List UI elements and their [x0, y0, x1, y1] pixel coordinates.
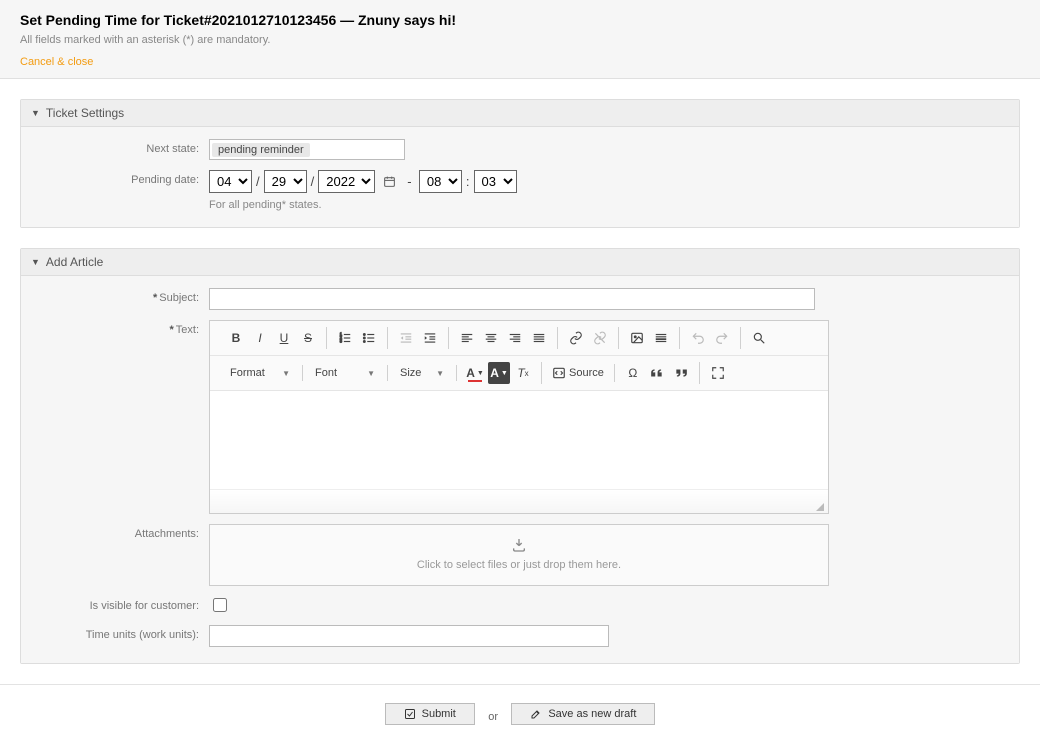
- image-button[interactable]: [626, 327, 648, 349]
- bullet-list-button[interactable]: [358, 327, 380, 349]
- italic-button[interactable]: I: [249, 327, 271, 349]
- align-right-button[interactable]: [504, 327, 526, 349]
- find-button[interactable]: [748, 327, 770, 349]
- text-label: *Text:: [31, 320, 209, 336]
- time-units-row: Time units (work units):: [31, 625, 1009, 647]
- horizontal-rule-button[interactable]: [650, 327, 672, 349]
- ticket-settings-title: Ticket Settings: [46, 106, 124, 120]
- numbered-list-button[interactable]: 123: [334, 327, 356, 349]
- format-dropdown[interactable]: Format▼: [224, 365, 296, 381]
- ticket-settings-widget: ▼ Ticket Settings Next state: pending re…: [20, 99, 1020, 228]
- align-left-button[interactable]: [456, 327, 478, 349]
- maximize-button[interactable]: [707, 362, 729, 384]
- redo-button[interactable]: [711, 327, 733, 349]
- next-state-value: pending reminder: [212, 143, 310, 157]
- add-article-toggle[interactable]: ▼ Add Article: [21, 249, 1019, 276]
- pending-hour-select[interactable]: 08: [419, 170, 462, 193]
- undo-button[interactable]: [687, 327, 709, 349]
- page-title: Set Pending Time for Ticket#202101271012…: [20, 12, 1020, 28]
- calendar-icon[interactable]: [383, 176, 400, 191]
- quote-open-button[interactable]: [646, 362, 668, 384]
- visible-for-customer-checkbox[interactable]: [213, 598, 227, 612]
- attachments-label: Attachments:: [31, 524, 209, 540]
- footer-bar: Submit or Save as new draft: [0, 684, 1040, 743]
- cancel-close-link[interactable]: Cancel & close: [20, 56, 93, 68]
- remove-format-button[interactable]: Tx: [512, 362, 534, 384]
- editor-toolbar-1: B I U S 123: [210, 321, 828, 356]
- caret-down-icon: ▼: [31, 257, 40, 267]
- next-state-row: Next state: pending reminder: [31, 139, 1009, 160]
- align-justify-button[interactable]: [528, 327, 550, 349]
- add-article-body: *Subject: *Text: B I U S: [21, 276, 1019, 663]
- pending-date-label: Pending date:: [31, 170, 209, 186]
- time-units-input[interactable]: [209, 625, 609, 647]
- outdent-button[interactable]: [395, 327, 417, 349]
- time-units-label: Time units (work units):: [31, 625, 209, 641]
- next-state-label: Next state:: [31, 139, 209, 155]
- download-icon: [511, 537, 527, 553]
- resize-handle[interactable]: [816, 503, 824, 511]
- editor-body-input[interactable]: [210, 391, 828, 489]
- subject-label: *Subject:: [31, 288, 209, 304]
- header-region: Set Pending Time for Ticket#202101271012…: [0, 0, 1040, 79]
- bg-color-button[interactable]: A▼: [488, 362, 510, 384]
- ticket-settings-toggle[interactable]: ▼ Ticket Settings: [21, 100, 1019, 127]
- unlink-button[interactable]: [589, 327, 611, 349]
- text-row: *Text: B I U S 123: [31, 320, 1009, 514]
- rich-text-editor: B I U S 123: [209, 320, 829, 514]
- text-color-button[interactable]: A▼: [464, 362, 486, 384]
- quote-close-button[interactable]: [670, 362, 692, 384]
- subject-row: *Subject:: [31, 288, 1009, 310]
- link-button[interactable]: [565, 327, 587, 349]
- save-draft-button[interactable]: Save as new draft: [511, 703, 655, 725]
- edit-icon: [530, 708, 542, 720]
- pending-month-select[interactable]: 04: [209, 170, 252, 193]
- visible-label: Is visible for customer:: [31, 596, 209, 612]
- ticket-settings-body: Next state: pending reminder Pending dat…: [21, 127, 1019, 227]
- visible-row: Is visible for customer:: [31, 596, 1009, 615]
- svg-text:3: 3: [340, 339, 343, 344]
- pending-date-row: Pending date: 04/29/2022 - 08:03 For all…: [31, 170, 1009, 211]
- check-icon: [404, 708, 416, 720]
- pending-day-select[interactable]: 29: [264, 170, 307, 193]
- mandatory-note: All fields marked with an asterisk (*) a…: [20, 34, 1020, 46]
- add-article-widget: ▼ Add Article *Subject: *Text: B I U: [20, 248, 1020, 664]
- subject-input[interactable]: [209, 288, 815, 310]
- pending-year-select[interactable]: 2022: [318, 170, 375, 193]
- or-separator: or: [488, 711, 498, 723]
- caret-down-icon: ▼: [31, 108, 40, 118]
- submit-button[interactable]: Submit: [385, 703, 475, 725]
- pending-minute-select[interactable]: 03: [474, 170, 517, 193]
- special-char-button[interactable]: Ω: [622, 362, 644, 384]
- next-state-select[interactable]: pending reminder: [209, 139, 405, 160]
- pending-helper-text: For all pending* states.: [209, 199, 1009, 211]
- underline-button[interactable]: U: [273, 327, 295, 349]
- font-dropdown[interactable]: Font▼: [309, 365, 381, 381]
- strike-button[interactable]: S: [297, 327, 319, 349]
- editor-toolbar-2: Format▼ Font▼ Size▼ A▼ A▼ Tx: [210, 356, 828, 391]
- indent-button[interactable]: [419, 327, 441, 349]
- size-dropdown[interactable]: Size▼: [394, 365, 450, 381]
- align-center-button[interactable]: [480, 327, 502, 349]
- attachments-row: Attachments: Click to select files or ju…: [31, 524, 1009, 586]
- attachment-dropzone[interactable]: Click to select files or just drop them …: [209, 524, 829, 586]
- attachment-hint-text: Click to select files or just drop them …: [417, 559, 621, 571]
- bold-button[interactable]: B: [225, 327, 247, 349]
- editor-footer: [210, 489, 828, 513]
- source-button[interactable]: Source: [548, 364, 608, 382]
- add-article-title: Add Article: [46, 255, 103, 269]
